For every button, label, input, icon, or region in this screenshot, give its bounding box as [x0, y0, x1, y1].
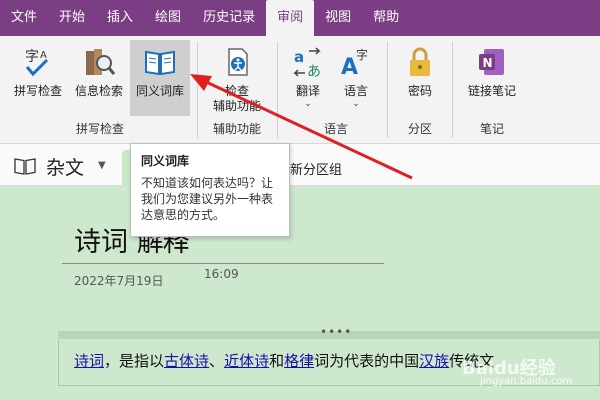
thesaurus-tooltip: 同义词库 不知道该如何表达吗？让我们为您建议另外一种表达意思的方式。	[130, 143, 290, 237]
language-label: 语言	[343, 84, 368, 98]
check-accessibility-label: 检查 辅助功能	[212, 84, 261, 113]
note-container-handle[interactable]: ••••	[58, 325, 600, 339]
linked-notes-label: 链接笔记	[467, 84, 516, 98]
menu-insert[interactable]: 插入	[96, 0, 144, 36]
link-guti[interactable]: 古体诗	[164, 352, 209, 370]
language-button[interactable]: A字 语言 ⌄	[334, 40, 378, 116]
note-page: 诗词 解释 2022年7月19日 16:09 •••• 诗词，是指以古体诗、近体…	[0, 186, 600, 400]
page-date: 2022年7月19日	[74, 274, 164, 288]
group-label-language: 语言	[323, 122, 348, 136]
thesaurus-label: 同义词库	[135, 84, 184, 98]
menu-bar: 文件 开始 插入 绘图 历史记录 审阅 视图 帮助	[0, 0, 600, 36]
ribbon-separator	[452, 42, 453, 138]
password-button[interactable]: 密码	[394, 40, 446, 116]
language-dropdown-icon: ⌄	[352, 99, 360, 109]
notebook-name[interactable]: 杂文	[46, 153, 84, 180]
page-time: 16:09	[204, 267, 239, 281]
menu-view[interactable]: 视图	[314, 0, 362, 36]
menu-draw[interactable]: 绘图	[144, 0, 192, 36]
research-button[interactable]: 信息检索	[68, 40, 130, 116]
check-accessibility-button[interactable]: 检查 辅助功能	[204, 40, 270, 116]
lock-icon	[403, 44, 437, 80]
svg-text:a: a	[294, 48, 304, 66]
ribbon-separator	[277, 42, 278, 138]
group-label-section: 分区	[407, 122, 432, 136]
translate-button[interactable]: aあ 翻译 ⌄	[284, 40, 332, 116]
note-text[interactable]: 诗词，是指以古体诗、近体诗和格律词为代表的中国汉族传统文	[74, 350, 494, 371]
spelling-check-icon: 字A	[21, 44, 55, 80]
link-jinti[interactable]: 近体诗	[224, 352, 269, 370]
accessibility-check-icon	[220, 44, 254, 80]
spelling-button[interactable]: 字A 拼写检查	[8, 40, 68, 116]
spelling-label: 拼写检查	[13, 84, 62, 98]
thesaurus-book-icon	[143, 44, 177, 80]
onenote-icon: N	[475, 44, 509, 80]
linked-notes-button[interactable]: N 链接笔记	[460, 40, 524, 116]
svg-text:字: 字	[25, 49, 39, 65]
svg-text:あ: あ	[307, 64, 321, 79]
password-label: 密码	[407, 84, 432, 98]
research-icon	[82, 44, 116, 80]
thesaurus-button[interactable]: 同义词库	[130, 40, 190, 116]
tooltip-body: 不知道该如何表达吗？让我们为您建议另外一种表达意思的方式。	[141, 176, 274, 222]
notebook-bar: 杂文 ▼ 新分区组	[0, 144, 600, 186]
research-label: 信息检索	[74, 84, 123, 98]
group-label-proofing: 拼写检查	[75, 122, 124, 136]
title-underline	[62, 263, 384, 264]
link-hanzu[interactable]: 汉族	[419, 352, 449, 370]
menu-home[interactable]: 开始	[48, 0, 96, 36]
tooltip-title: 同义词库	[141, 154, 190, 168]
watermark-url: jingyan.baidu.com	[480, 376, 573, 387]
link-shici[interactable]: 诗词	[74, 352, 104, 370]
translate-label: 翻译	[295, 84, 320, 98]
language-icon: A字	[339, 44, 373, 80]
ribbon-separator	[387, 42, 388, 138]
menu-review[interactable]: 审阅	[266, 0, 315, 36]
translate-dropdown-icon: ⌄	[304, 99, 312, 109]
review-ribbon: 字A 拼写检查 信息检索 同义词库 检查辅助功能 aあ 翻译 ⌄ A字 语言	[0, 36, 600, 144]
group-label-notes: 笔记	[479, 122, 504, 136]
notebook-book-icon[interactable]	[14, 157, 36, 179]
menu-file[interactable]: 文件	[0, 0, 48, 36]
new-section-group-tab[interactable]: 新分区组	[290, 159, 342, 178]
group-label-accessibility: 辅助功能	[212, 122, 261, 136]
menu-help[interactable]: 帮助	[362, 0, 410, 36]
menu-history[interactable]: 历史记录	[192, 0, 266, 36]
svg-text:字: 字	[356, 47, 368, 62]
notebook-dropdown-icon[interactable]: ▼	[98, 160, 106, 171]
link-gelv[interactable]: 格律	[284, 352, 314, 370]
translate-icon: aあ	[291, 44, 325, 80]
ribbon-separator	[197, 42, 198, 138]
svg-text:N: N	[483, 56, 493, 70]
